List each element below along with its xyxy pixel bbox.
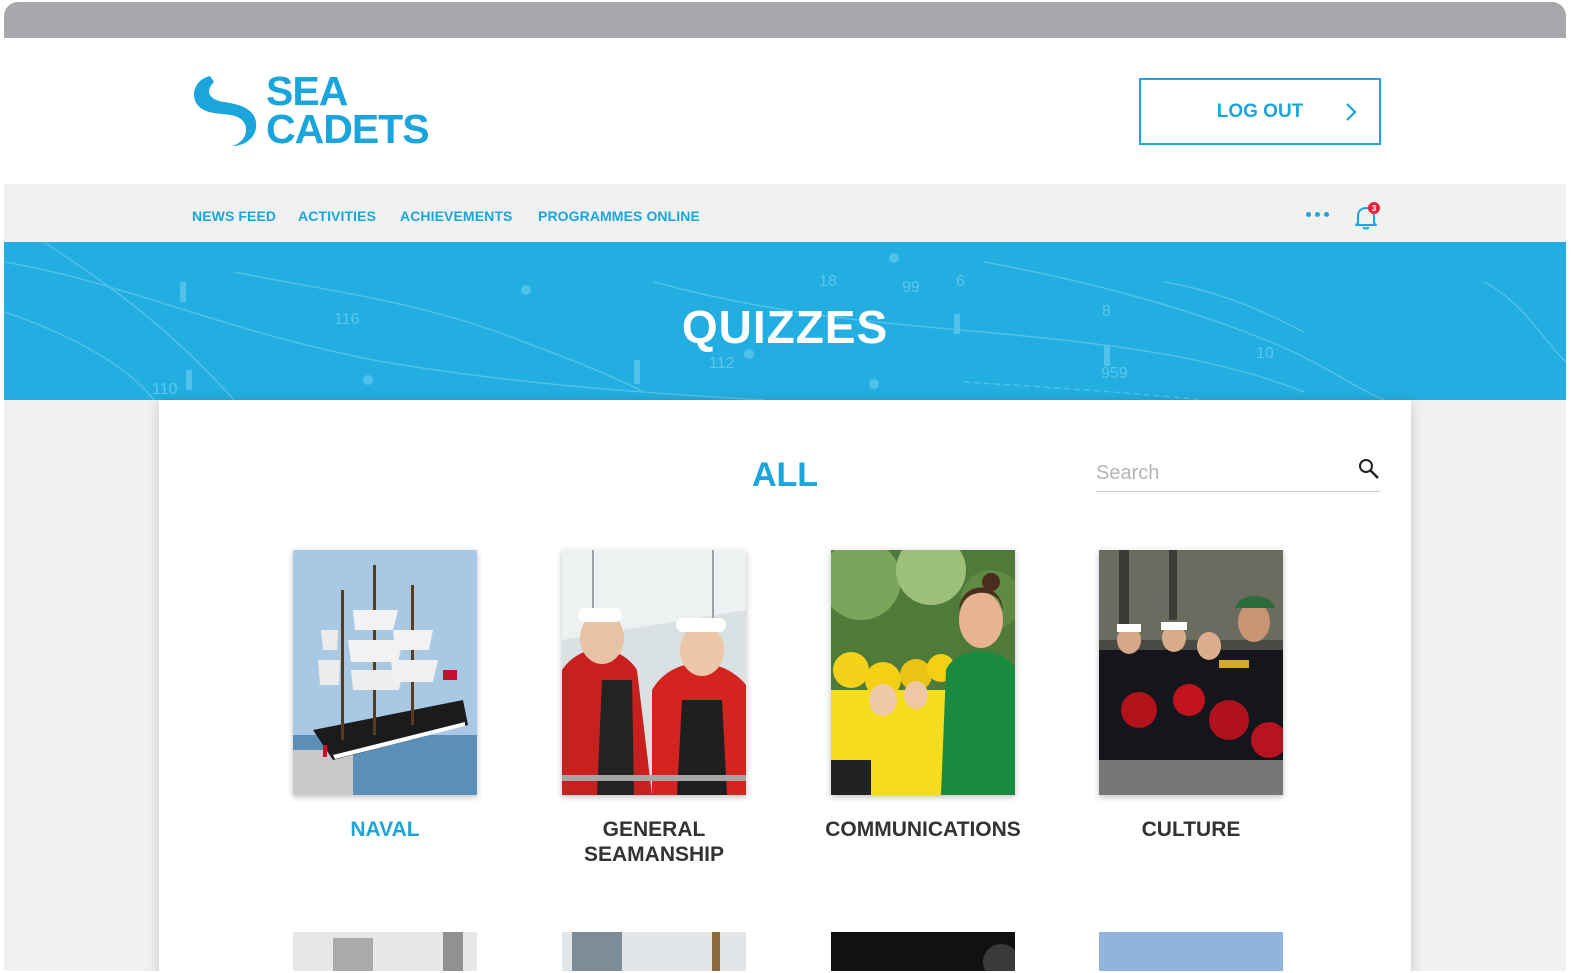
quiz-card-thumbnail[interactable] [562,932,746,971]
notifications-button[interactable]: 3 [1354,202,1380,230]
notification-count-badge: 3 [1368,202,1380,214]
quiz-card-thumbnail[interactable] [1099,932,1283,971]
chart-depth-number: 959 [1101,365,1128,382]
quiz-card-thumbnail[interactable] [293,932,477,971]
page-banner: 116 112 110 99 6 8 10 959 18 QUIZZES [4,242,1566,400]
log-out-button[interactable]: LOG OUT [1139,78,1381,145]
quiz-card-label: GENERAL SEAMANSHIP [583,818,725,866]
quiz-card-culture[interactable]: CULTURE [1076,550,1306,842]
quiz-panel: ALL Search NAVAL GENERAL SEAMANSHIP COMM… [159,400,1411,971]
quiz-card-naval[interactable]: NAVAL [270,550,500,842]
search-box [1096,458,1380,492]
more-menu-button[interactable] [1306,212,1329,217]
main-nav: NEWS FEED ACTIVITIES ACHIEVEMENTS PROGRA… [4,184,1566,242]
site-header: SEA CADETS LOG OUT [4,38,1566,184]
ellipsis-icon [1306,212,1311,217]
quiz-card-label: NAVAL [350,818,420,841]
quiz-card-label: CULTURE [1141,818,1241,841]
chart-depth-number: 110 [152,381,178,398]
chart-depth-number: 18 [819,273,837,290]
chart-depth-number: 6 [956,273,965,290]
nav-item-activities[interactable]: ACTIVITIES [298,208,376,224]
chart-depth-number: 112 [709,355,735,372]
browser-title-bar [4,2,1566,38]
nav-item-news-feed[interactable]: NEWS FEED [192,208,276,224]
browser-frame: SEA CADETS LOG OUT NEWS FEED ACTIVITIES … [4,2,1566,971]
log-out-label: LOG OUT [1216,100,1304,122]
nav-item-achievements[interactable]: ACHIEVEMENTS [400,208,512,224]
logo-line-1: SEA [266,68,348,114]
quiz-card-thumbnail[interactable] [831,932,1015,971]
search-icon[interactable] [1358,458,1380,480]
general-seamanship-image [562,550,746,795]
ellipsis-icon [1324,212,1329,217]
nav-item-programmes-online[interactable]: PROGRAMMES ONLINE [538,208,700,224]
quiz-card-general-seamanship[interactable]: GENERAL SEAMANSHIP [539,550,769,867]
communications-image [831,550,1015,795]
logo-swoosh-icon [193,76,257,146]
logo-text: SEA CADETS [266,68,430,152]
logo-line-2: CADETS [266,106,430,152]
search-input[interactable] [1096,458,1346,488]
chart-depth-number: 99 [902,279,920,296]
sea-cadets-logo[interactable]: SEA CADETS [190,68,460,152]
quiz-card-communications[interactable]: COMMUNICATIONS [808,550,1038,842]
chevron-right-icon [1346,103,1357,121]
page-title: QUIZZES [681,301,889,353]
naval-image [293,550,477,795]
culture-image [1099,550,1283,795]
quiz-card-label: COMMUNICATIONS [825,818,1021,841]
ellipsis-icon [1315,212,1320,217]
